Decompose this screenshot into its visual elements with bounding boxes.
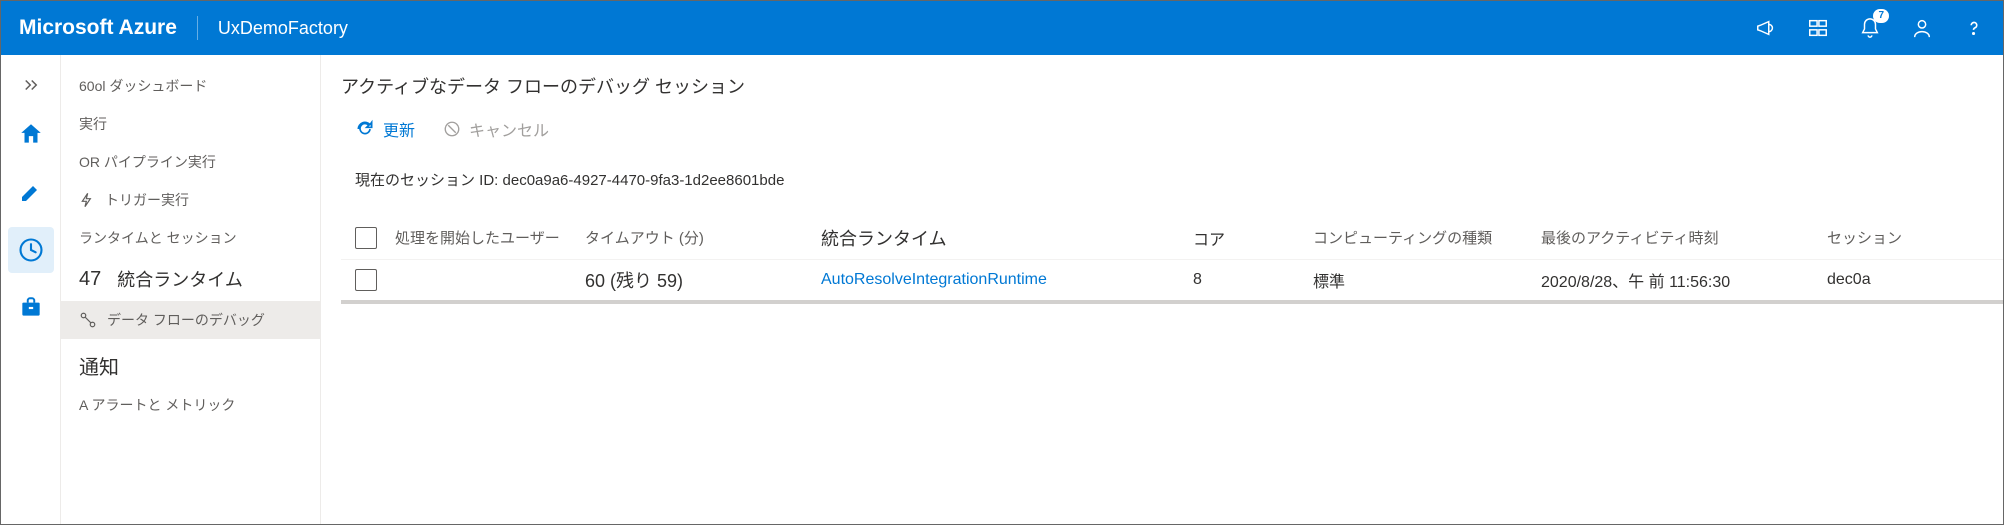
- cancel-label: キャンセル: [469, 117, 549, 141]
- cell-timeout: 60 (残り 59): [585, 267, 821, 293]
- col-timeout[interactable]: タイムアウト (分): [585, 227, 821, 248]
- sidebar-section-notifications: 通知: [61, 339, 320, 386]
- help-icon[interactable]: [1963, 17, 1985, 39]
- nav-rail: [1, 55, 61, 524]
- col-activity[interactable]: 最後のアクティビティ時刻: [1541, 227, 1827, 248]
- col-core[interactable]: コア: [1193, 226, 1313, 250]
- announce-icon[interactable]: [1755, 17, 1777, 39]
- sidebar-item-alerts[interactable]: A アラートと メトリック: [61, 386, 320, 424]
- sidebar-label: OR パイプライン実行: [79, 152, 216, 172]
- sidebar-label: ランタイムと セッション: [79, 228, 237, 248]
- sidebar-label: データ フローのデバッグ: [107, 310, 265, 330]
- select-all-checkbox[interactable]: [355, 227, 377, 249]
- rail-author[interactable]: [8, 169, 54, 215]
- rail-monitor[interactable]: [8, 227, 54, 273]
- rail-manage[interactable]: [8, 285, 54, 331]
- collapse-toggle[interactable]: [1, 65, 60, 105]
- row-checkbox[interactable]: [355, 269, 377, 291]
- sidebar-label: 統合ランタイム: [117, 266, 243, 292]
- tenant-label: UxDemoFactory: [198, 18, 348, 39]
- console-icon[interactable]: [1807, 17, 1829, 39]
- sidebar-label: 実行: [79, 114, 107, 134]
- refresh-button[interactable]: 更新: [355, 117, 415, 141]
- sessions-table: 処理を開始したユーザー タイムアウト (分) 統合ランタイム コア コンピューテ…: [341, 216, 2003, 304]
- sidebar-item-pipeline-runs[interactable]: OR パイプライン実行: [61, 143, 320, 181]
- col-session[interactable]: セッション: [1827, 227, 2003, 248]
- sidebar-item-dashboard[interactable]: 60ol ダッシュボード: [61, 67, 320, 105]
- sidebar-label: トリガー実行: [105, 190, 189, 210]
- topbar-actions: 7: [1755, 17, 1985, 39]
- trigger-icon: [79, 192, 95, 208]
- cancel-button: キャンセル: [443, 117, 549, 141]
- col-runtime[interactable]: 統合ランタイム: [821, 225, 1193, 251]
- sidebar-item-runs[interactable]: 実行: [61, 105, 320, 143]
- sidebar: 60ol ダッシュボード 実行 OR パイプライン実行 トリガー実行 ランタイム…: [61, 55, 321, 524]
- cell-runtime[interactable]: AutoResolveIntegrationRuntime: [821, 271, 1193, 289]
- sidebar-label: A アラートと メトリック: [79, 395, 235, 415]
- session-id-label: 現在のセッション ID: dec0a9a6-4927-4470-9fa3-1d2…: [341, 169, 2003, 190]
- feedback-icon[interactable]: [1911, 17, 1933, 39]
- table-header: 処理を開始したユーザー タイムアウト (分) 統合ランタイム コア コンピューテ…: [341, 216, 2003, 260]
- sidebar-item-integration-runtimes[interactable]: 47 統合ランタイム: [61, 257, 320, 301]
- cancel-icon: [443, 120, 461, 138]
- cell-activity: 2020/8/28、午 前 11:56:30: [1541, 268, 1827, 292]
- notification-icon[interactable]: 7: [1859, 17, 1881, 39]
- page-title: アクティブなデータ フローのデバッグ セッション: [341, 73, 2003, 99]
- cell-compute: 標準: [1313, 268, 1541, 292]
- rail-home[interactable]: [8, 111, 54, 157]
- sidebar-count: 47: [79, 268, 101, 291]
- notification-badge: 7: [1873, 9, 1889, 23]
- table-row[interactable]: 60 (残り 59) AutoResolveIntegrationRuntime…: [341, 260, 2003, 304]
- sidebar-item-runtimes-sessions[interactable]: ランタイムと セッション: [61, 219, 320, 257]
- sidebar-item-dataflow-debug[interactable]: データ フローのデバッグ: [61, 301, 320, 339]
- refresh-label: 更新: [383, 117, 415, 141]
- refresh-icon: [355, 119, 375, 139]
- main-content: アクティブなデータ フローのデバッグ セッション 更新 キャンセル 現在のセッシ…: [321, 55, 2003, 524]
- sidebar-label: 60ol ダッシュボード: [79, 76, 207, 96]
- cell-core: 8: [1193, 271, 1313, 289]
- brand-label: Microsoft Azure: [19, 16, 198, 40]
- toolbar: 更新 キャンセル: [341, 117, 2003, 141]
- sidebar-item-trigger-runs[interactable]: トリガー実行: [61, 181, 320, 219]
- cell-session: dec0a: [1827, 271, 2003, 289]
- col-user[interactable]: 処理を開始したユーザー: [395, 227, 585, 248]
- top-bar: Microsoft Azure UxDemoFactory 7: [1, 1, 2003, 55]
- dataflow-icon: [79, 311, 97, 329]
- col-compute[interactable]: コンピューティングの種類: [1313, 227, 1541, 248]
